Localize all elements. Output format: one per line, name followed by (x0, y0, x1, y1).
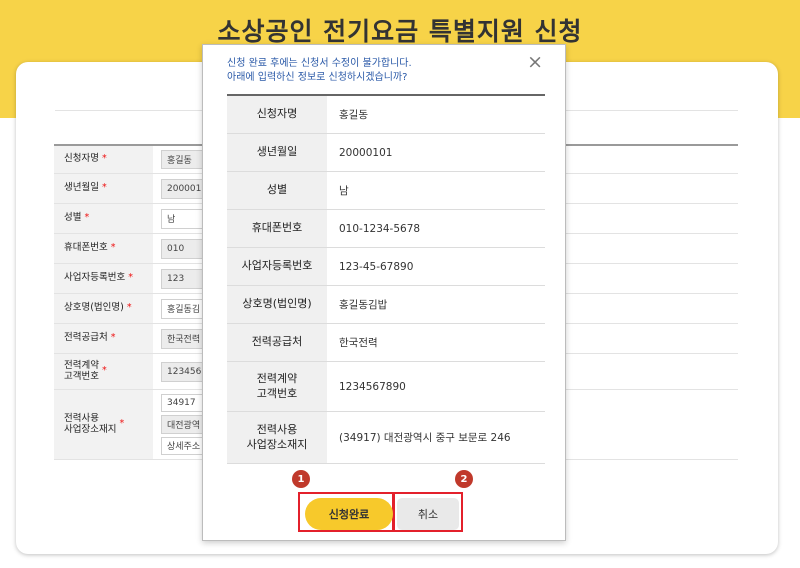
confirm-table: 신청자명 홍길동 생년월일 20000101 성별 남 휴대폰번호 010-1234-5… (227, 94, 545, 464)
notice-text: 신청 완료 후에는 신청서 수정이 불가합니다. 아래에 입력하신 정보로 신청… (227, 57, 412, 85)
table-row: 상호명(법인명) 홍길동김밥 (227, 286, 545, 324)
required-mark: * (126, 302, 132, 314)
row-label: 상호명(법인명) (227, 286, 327, 323)
row-value: 20000101 (339, 146, 393, 159)
table-row: 전력계약 고객번호 1234567890 (227, 362, 545, 412)
row-value: (34917) 대전광역시 중구 보문로 246 (339, 432, 511, 444)
row-value: 홍길동 (339, 109, 368, 121)
cancel-button[interactable]: 취소 (397, 498, 459, 530)
page: 소상공인 전기요금 특별지원 신청 신청자명 * 홍길동 생년월일 * 200001… (0, 0, 800, 568)
field-label: 전력사용 사업장소재지 (64, 412, 117, 435)
table-row: 전력공급처 한국전력 (227, 324, 545, 362)
row-label: 신청자명 (227, 96, 327, 133)
apply-complete-button[interactable]: 신청완료 (305, 498, 393, 530)
required-mark: * (84, 212, 90, 224)
required-mark: * (119, 418, 125, 430)
field-label: 전력공급처 (64, 332, 108, 344)
table-row: 신청자명 홍길동 (227, 96, 545, 134)
step-marker-1: 1 (292, 470, 310, 488)
required-mark: * (101, 182, 107, 194)
row-value: 123-45-67890 (339, 260, 414, 273)
field-label: 신청자명 (64, 153, 99, 165)
table-row: 사업자등록번호 123-45-67890 (227, 248, 545, 286)
table-row: 전력사용 사업장소재지 (34917) 대전광역시 중구 보문로 246 (227, 412, 545, 464)
row-label: 사업자등록번호 (227, 248, 327, 285)
field-label: 성별 (64, 212, 82, 224)
field-label: 생년월일 (64, 182, 99, 194)
row-label: 생년월일 (227, 134, 327, 171)
row-value: 홍길동김밥 (339, 299, 388, 311)
notice-line: 신청 완료 후에는 신청서 수정이 불가합니다. (227, 58, 412, 69)
required-mark: * (110, 242, 116, 254)
required-mark: * (101, 153, 107, 165)
row-value: 남 (339, 185, 349, 197)
row-value: 1234567890 (339, 380, 406, 393)
confirm-dialog: × 신청 완료 후에는 신청서 수정이 불가합니다. 아래에 입력하신 정보로 … (202, 44, 566, 541)
page-title: 소상공인 전기요금 특별지원 신청 (217, 17, 583, 46)
required-mark: * (101, 365, 107, 377)
close-icon[interactable]: × (527, 51, 543, 73)
field-label: 전력계약 고객번호 (64, 359, 99, 382)
field-label: 휴대폰번호 (64, 242, 108, 254)
row-label: 전력공급처 (227, 324, 327, 361)
table-row: 생년월일 20000101 (227, 134, 545, 172)
table-row: 성별 남 (227, 172, 545, 210)
row-label: 성별 (227, 172, 327, 209)
required-mark: * (128, 272, 133, 284)
field-label: 사업자등록번호 (64, 272, 126, 284)
row-value: 한국전력 (339, 337, 378, 349)
field-label: 상호명(법인명) (64, 302, 124, 314)
step-marker-2: 2 (455, 470, 473, 488)
notice-line: 아래에 입력하신 정보로 신청하시겠습니까? (227, 72, 408, 83)
row-label: 전력계약 고객번호 (227, 362, 327, 411)
table-row: 휴대폰번호 010-1234-5678 (227, 210, 545, 248)
row-value: 010-1234-5678 (339, 222, 421, 235)
row-label: 휴대폰번호 (227, 210, 327, 247)
required-mark: * (110, 332, 116, 344)
row-label: 전력사용 사업장소재지 (227, 412, 327, 463)
